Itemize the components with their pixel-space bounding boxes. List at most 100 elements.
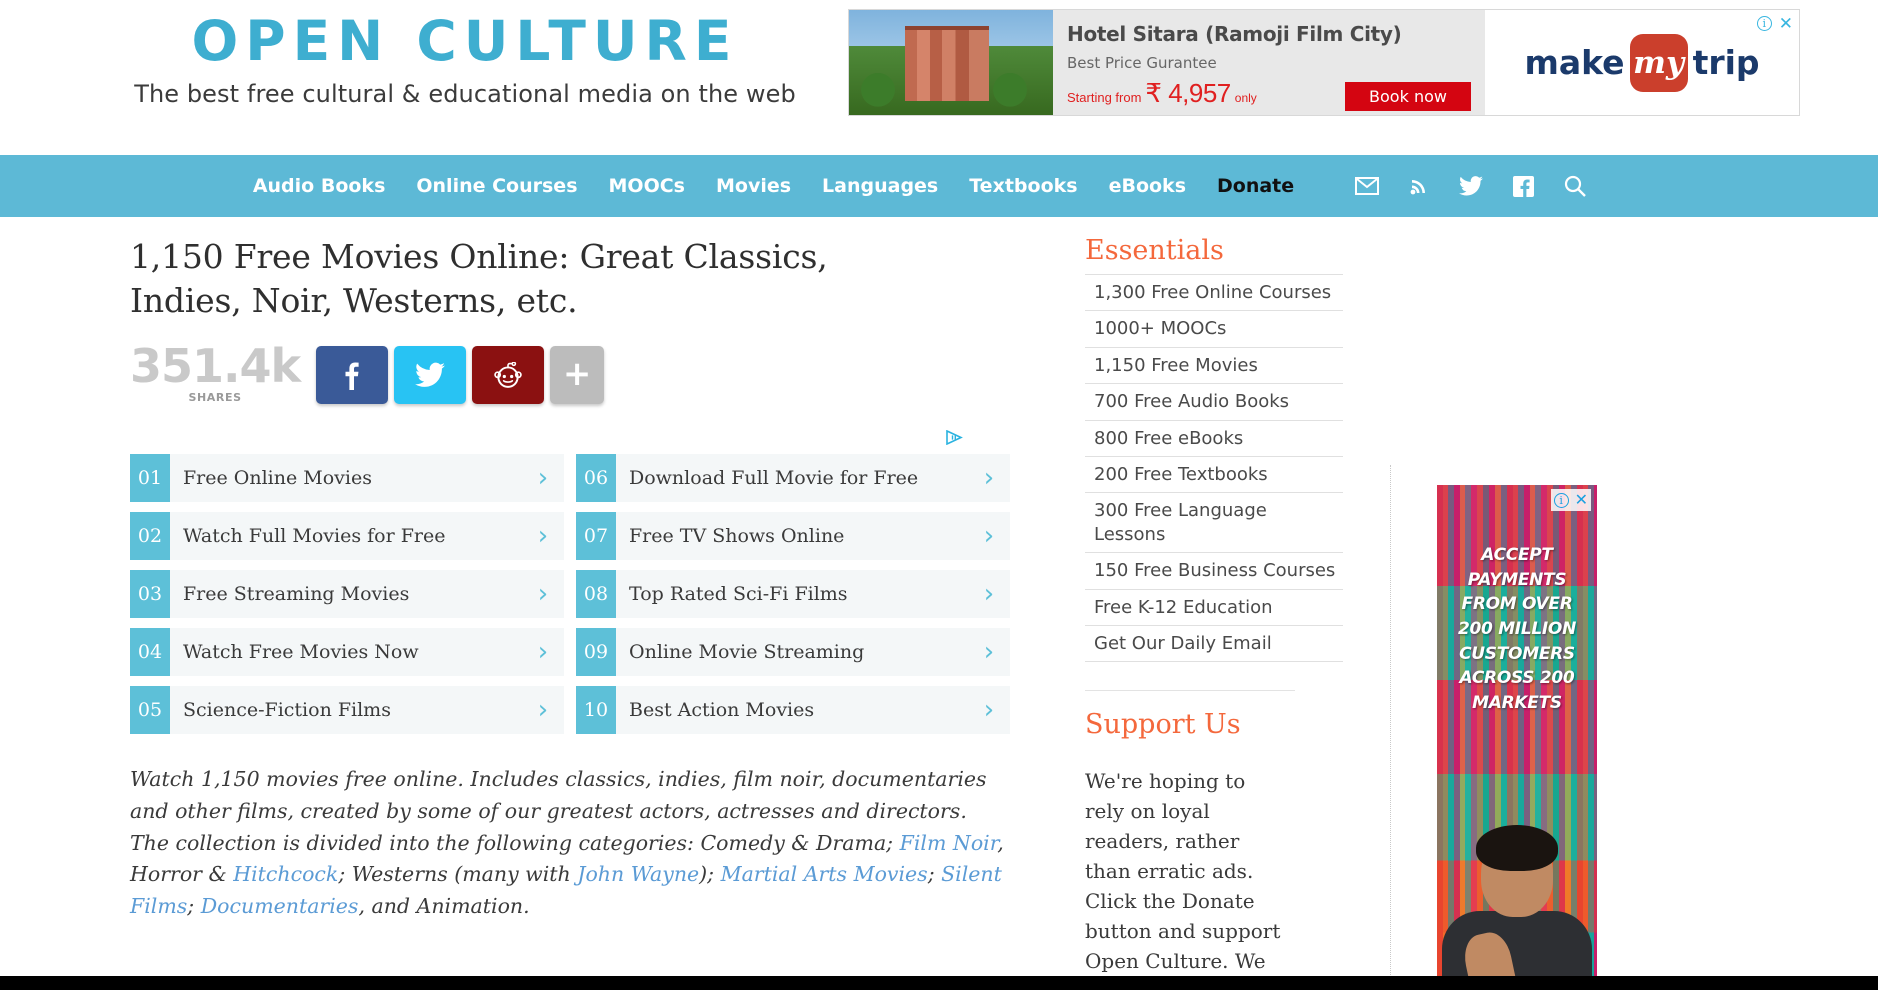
related-links-column-left: 01 Free Online Movies › 02 Watch Full Mo…: [130, 454, 564, 734]
site-header: OPEN CULTURE The best free cultural & ed…: [0, 0, 1878, 155]
essentials-item[interactable]: Free K-12 Education: [1085, 589, 1343, 625]
rss-icon[interactable]: [1407, 174, 1431, 198]
chevron-right-icon: ›: [968, 454, 1010, 502]
related-link-item[interactable]: 04 Watch Free Movies Now ›: [130, 628, 564, 676]
right-skyscraper-ad[interactable]: ACCEPTPAYMENTSFROM OVER200 MILLIONCUSTOM…: [1437, 485, 1597, 990]
ad-info-icon[interactable]: i: [1554, 493, 1569, 508]
sidebar-dotted-border: [1390, 465, 1391, 990]
sidebar-heading-essentials: Essentials: [1085, 235, 1343, 274]
essentials-item[interactable]: 1,300 Free Online Courses: [1085, 274, 1343, 310]
item-label: Best Action Movies: [616, 686, 968, 734]
item-label: Watch Full Movies for Free: [170, 512, 522, 560]
ad-choices-controls[interactable]: i ✕: [1757, 15, 1793, 32]
book-now-button[interactable]: Book now: [1345, 82, 1471, 111]
body-link[interactable]: Hitchcock: [233, 862, 338, 886]
body-link[interactable]: Film Noir: [900, 831, 998, 855]
nav-item-languages[interactable]: Languages: [822, 175, 938, 197]
support-us-text: We're hoping to rely on loyal readers, r…: [1085, 766, 1283, 990]
related-link-item[interactable]: 01 Free Online Movies ›: [130, 454, 564, 502]
related-link-item[interactable]: 02 Watch Full Movies for Free ›: [130, 512, 564, 560]
search-icon[interactable]: [1563, 174, 1587, 198]
body-link[interactable]: Documentaries: [201, 894, 359, 918]
share-twitter-button[interactable]: [394, 346, 466, 404]
ad-close-icon[interactable]: ✕: [1779, 15, 1793, 32]
twitter-icon[interactable]: [1459, 174, 1483, 198]
chevron-right-icon: ›: [522, 570, 564, 618]
body-text: Watch 1,150 movies free online. Includes…: [130, 767, 987, 855]
ad-copy-line: MARKETS: [1437, 691, 1597, 716]
share-more-button[interactable]: +: [550, 346, 604, 404]
item-label: Download Full Movie for Free: [616, 454, 968, 502]
essentials-item[interactable]: 150 Free Business Courses: [1085, 552, 1343, 588]
site-branding[interactable]: OPEN CULTURE The best free cultural & ed…: [130, 10, 800, 108]
related-link-item[interactable]: 03 Free Streaming Movies ›: [130, 570, 564, 618]
related-link-item[interactable]: 08 Top Rated Sci-Fi Films ›: [576, 570, 1010, 618]
item-number: 04: [130, 628, 170, 676]
ad-copy-line: 200 MILLION: [1437, 617, 1597, 642]
chevron-right-icon: ›: [522, 686, 564, 734]
body-link[interactable]: Martial Arts Movies: [721, 862, 928, 886]
essentials-item[interactable]: Get Our Daily Email: [1085, 625, 1343, 662]
related-link-item[interactable]: 05 Science-Fiction Films ›: [130, 686, 564, 734]
related-link-item[interactable]: 07 Free TV Shows Online ›: [576, 512, 1010, 560]
advertiser-logo-panel[interactable]: make my trip i ✕: [1485, 10, 1799, 115]
essentials-item[interactable]: 300 Free Language Lessons: [1085, 492, 1343, 552]
tree-shape: [993, 73, 1027, 115]
plus-icon: +: [563, 363, 592, 387]
nav-item-movies[interactable]: Movies: [716, 175, 791, 197]
top-leaderboard-ad[interactable]: Hotel Sitara (Ramoji Film City) Best Pri…: [848, 9, 1800, 116]
nav-item-moocs[interactable]: MOOCs: [609, 175, 685, 197]
chevron-right-icon: ›: [968, 512, 1010, 560]
nav-links-container: Audio Books Online Courses MOOCs Movies …: [253, 174, 1587, 198]
hotel-photo: [849, 10, 1053, 115]
nav-item-audio-books[interactable]: Audio Books: [253, 175, 386, 197]
nav-item-online-courses[interactable]: Online Courses: [416, 175, 577, 197]
page-title: 1,150 Free Movies Online: Great Classics…: [130, 235, 920, 322]
essentials-item[interactable]: 1000+ MOOCs: [1085, 310, 1343, 346]
essentials-item[interactable]: 1,150 Free Movies: [1085, 347, 1343, 383]
ad-subtext: Best Price Gurantee: [1067, 54, 1475, 72]
share-count-value: 351.4k: [130, 345, 300, 389]
top-ad-content[interactable]: Hotel Sitara (Ramoji Film City) Best Pri…: [849, 10, 1485, 115]
related-link-item[interactable]: 06 Download Full Movie for Free ›: [576, 454, 1010, 502]
nav-social-icons: [1355, 174, 1587, 198]
main-navigation: Audio Books Online Courses MOOCs Movies …: [0, 155, 1878, 217]
essentials-item[interactable]: 200 Free Textbooks: [1085, 456, 1343, 492]
related-link-item[interactable]: 09 Online Movie Streaming ›: [576, 628, 1010, 676]
ad-copy-line: PAYMENTS: [1437, 568, 1597, 593]
right-ad-choices-controls[interactable]: i ✕: [1551, 489, 1591, 511]
body-text: ;: [187, 894, 200, 918]
ad-price-prefix: Starting from: [1067, 90, 1141, 105]
nav-item-textbooks[interactable]: Textbooks: [969, 175, 1077, 197]
adchoices-triangle-icon[interactable]: [946, 430, 963, 445]
nav-item-ebooks[interactable]: eBooks: [1109, 175, 1186, 197]
body-text: , and Animation.: [358, 894, 529, 918]
email-icon[interactable]: [1355, 174, 1379, 198]
facebook-icon[interactable]: [1511, 174, 1535, 198]
sidebar-heading-support: Support Us: [1085, 709, 1343, 748]
related-link-item[interactable]: 10 Best Action Movies ›: [576, 686, 1010, 734]
article-column: 1,150 Free Movies Online: Great Classics…: [130, 235, 1060, 990]
ad-info-icon[interactable]: i: [1757, 16, 1772, 31]
item-number: 02: [130, 512, 170, 560]
item-number: 08: [576, 570, 616, 618]
sidebar: Essentials 1,300 Free Online Courses1000…: [1085, 235, 1343, 990]
body-link[interactable]: John Wayne: [577, 862, 699, 886]
share-reddit-button[interactable]: [472, 346, 544, 404]
person-hair: [1476, 825, 1558, 871]
chevron-right-icon: ›: [522, 512, 564, 560]
nav-item-donate[interactable]: Donate: [1217, 175, 1294, 197]
essentials-item[interactable]: 800 Free eBooks: [1085, 420, 1343, 456]
essentials-item[interactable]: 700 Free Audio Books: [1085, 383, 1343, 419]
ad-headline: Hotel Sitara (Ramoji Film City): [1067, 22, 1475, 46]
share-facebook-button[interactable]: [316, 346, 388, 404]
body-text: );: [699, 862, 720, 886]
makemytrip-logo: make my trip: [1524, 34, 1759, 92]
ad-price-value: ₹ 4,957: [1145, 78, 1230, 109]
article-intro-paragraph: Watch 1,150 movies free online. Includes…: [130, 764, 1010, 923]
ad-close-icon[interactable]: ✕: [1575, 490, 1588, 510]
sidebar-divider: [1085, 690, 1295, 691]
ad-copy-line: CUSTOMERS: [1437, 642, 1597, 667]
list-ad-label: [130, 430, 985, 448]
social-share-bar: 351.4k SHARES: [130, 338, 1060, 404]
